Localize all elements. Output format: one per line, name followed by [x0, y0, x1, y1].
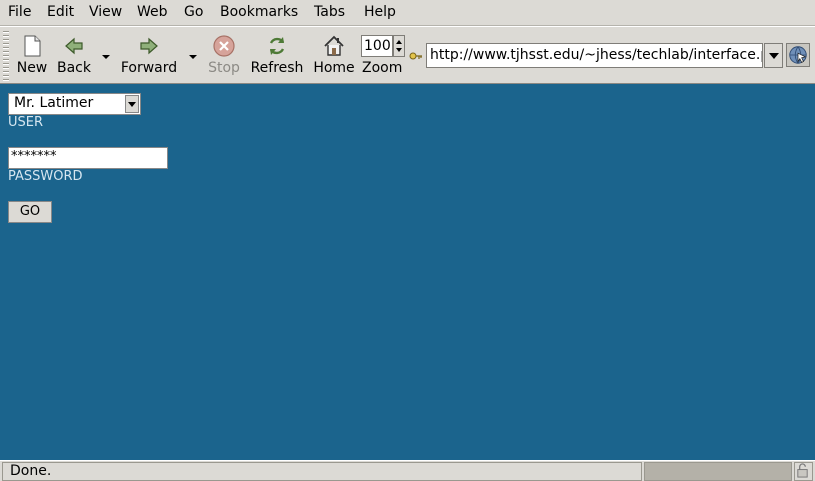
stop-icon [213, 35, 235, 57]
home-icon [324, 35, 344, 56]
forward-button[interactable]: Forward [120, 27, 178, 83]
back-button[interactable]: Back [54, 27, 94, 83]
new-page-icon [24, 35, 41, 57]
home-label: Home [313, 60, 355, 76]
key-icon [409, 52, 422, 60]
page-content: Mr. Latimer USER ******* PASSWORD GO [0, 84, 815, 460]
refresh-label: Refresh [250, 60, 304, 76]
status-bar: Done. [0, 460, 815, 481]
stop-label: Stop [208, 60, 240, 76]
new-button[interactable]: New [13, 27, 51, 83]
zoom-label: Zoom [362, 60, 403, 76]
stop-button[interactable]: Stop [205, 27, 243, 83]
globe-go-icon [789, 46, 807, 64]
menu-tabs[interactable]: Tabs [314, 4, 345, 20]
password-label: PASSWORD [8, 169, 83, 184]
zoom-down-icon[interactable] [396, 48, 402, 52]
arrow-right-icon [140, 37, 158, 55]
refresh-icon [269, 37, 285, 55]
back-label: Back [57, 60, 91, 76]
zoom-up-icon[interactable] [396, 40, 402, 44]
security-status[interactable] [794, 462, 813, 481]
lock-icon [797, 463, 808, 478]
navigation-toolbar: New Back Forward Stop Refresh Home 100 Z… [0, 26, 815, 84]
menu-web[interactable]: Web [137, 4, 168, 20]
arrow-left-icon [65, 37, 83, 55]
forward-history-dropdown[interactable] [189, 55, 197, 59]
menu-help[interactable]: Help [364, 4, 396, 20]
user-select-button[interactable] [125, 95, 139, 113]
user-label: USER [8, 115, 44, 130]
zoom-stepper[interactable] [393, 35, 405, 57]
progress-bar [644, 462, 792, 481]
back-history-dropdown[interactable] [102, 55, 110, 59]
password-field[interactable]: ******* [8, 147, 168, 169]
menu-edit[interactable]: Edit [47, 4, 74, 20]
user-select[interactable]: Mr. Latimer [8, 93, 141, 115]
menu-file[interactable]: File [8, 4, 31, 20]
go-button[interactable] [786, 43, 810, 67]
menu-view[interactable]: View [89, 4, 122, 20]
zoom-input[interactable]: 100 [361, 35, 393, 57]
new-label: New [16, 60, 48, 76]
chevron-down-icon [769, 53, 779, 59]
url-input[interactable]: http://www.tjhsst.edu/~jhess/techlab/int… [426, 43, 763, 68]
user-select-value: Mr. Latimer [14, 95, 94, 111]
refresh-button[interactable]: Refresh [248, 27, 306, 83]
toolbar-grip[interactable] [3, 31, 9, 81]
status-text: Done. [2, 462, 642, 481]
chevron-down-icon [128, 102, 136, 107]
forward-label: Forward [120, 60, 178, 76]
menu-bookmarks[interactable]: Bookmarks [220, 4, 298, 20]
url-dropdown-button[interactable] [764, 43, 783, 68]
home-button[interactable]: Home [312, 27, 356, 83]
go-submit-button[interactable]: GO [8, 201, 52, 223]
menu-go[interactable]: Go [184, 4, 203, 20]
menu-bar: File Edit View Web Go Bookmarks Tabs Hel… [0, 0, 815, 26]
